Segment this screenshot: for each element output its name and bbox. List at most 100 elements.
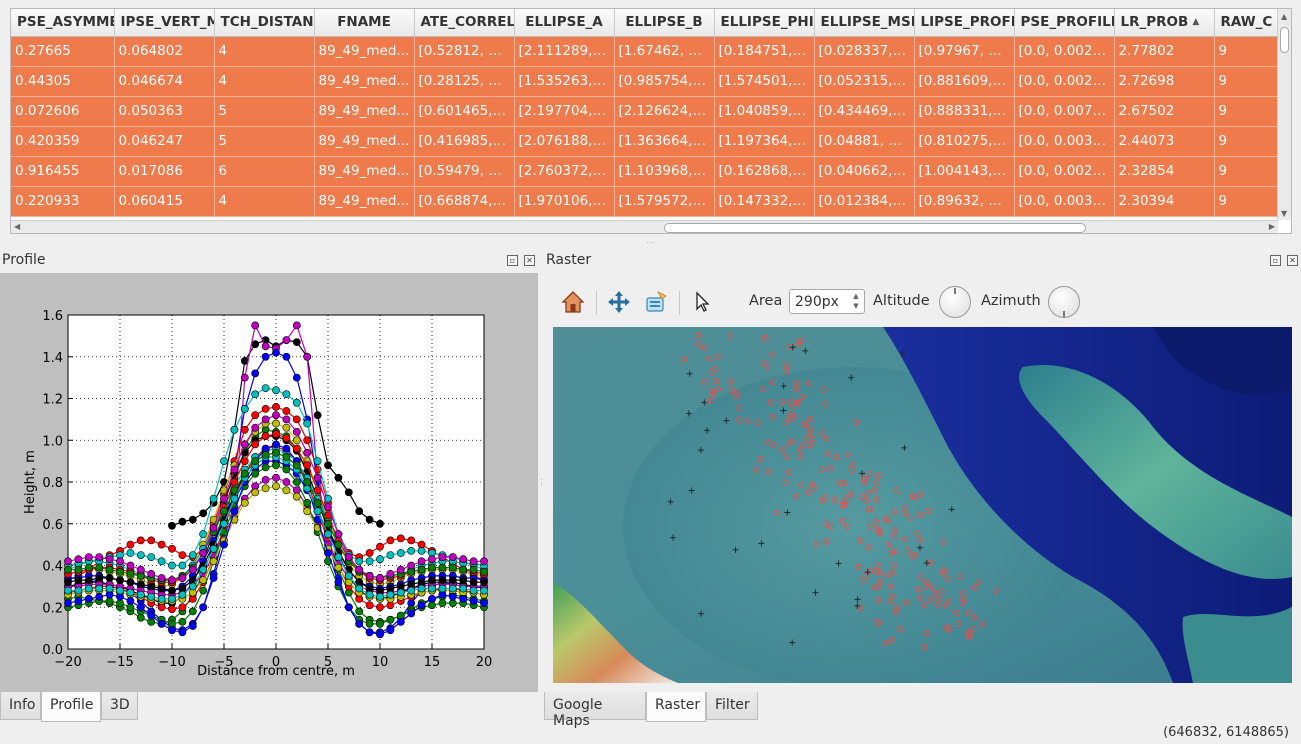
table-cell[interactable]: 0.046674 [114,66,215,97]
table-cell[interactable]: [1.535263, ... [514,66,615,97]
table-cell[interactable]: [0.434469, ... [814,96,915,127]
table-cell[interactable]: 6 [214,156,315,187]
table-cell[interactable]: [0.881609, ... [914,66,1015,97]
column-header[interactable]: ELLIPSE_PHI [714,9,815,37]
table-row[interactable]: 0.072606 0.050363 5 89_49_med... [0.601465, … [11,96,1279,127]
table-cell[interactable]: 0.916455 [11,156,115,187]
table-cell[interactable]: 2.72698 [1114,66,1215,97]
table-cell[interactable]: 0.064802 [114,36,215,67]
table-cell[interactable]: [1.363664, ... [614,126,715,157]
raster-close-icon[interactable]: ✕ [1287,255,1298,266]
table-cell[interactable]: [2.076188, ... [514,126,615,157]
table-cell[interactable]: 9 [1214,156,1279,187]
raster-map-view[interactable] [553,327,1292,683]
table-cell[interactable]: 0.072606 [11,96,115,127]
table-cell[interactable]: [0.147332, -... [714,186,815,217]
table-cell[interactable]: 4 [214,66,315,97]
area-spinner[interactable]: ▲ ▼ [849,291,863,312]
table-cell[interactable]: [0.668874, ... [414,186,515,217]
table-cell[interactable]: [0.0, 0.0034... [1014,126,1115,157]
table-cell[interactable]: 0.27665 [11,36,115,67]
column-header[interactable]: ELLIPSE_A [514,9,615,37]
table-cell[interactable]: 89_49_med... [314,186,415,217]
column-header[interactable]: ELLIPSE_MSE [814,9,915,37]
tab-google-maps[interactable]: Google Maps [544,692,646,729]
table-cell[interactable]: [0.184751, ... [714,36,815,67]
tab-info[interactable]: Info [0,692,41,720]
table-cell[interactable]: [0.416985, ... [414,126,515,157]
column-header[interactable]: PSE_ASYMME [11,9,115,37]
table-cell[interactable]: [0.028337, ... [814,36,915,67]
tab-raster[interactable]: Raster [646,692,706,722]
results-grid[interactable]: PSE_ASYMME IPSE_VERT_M TCH_DISTANC FNAME ATE… [11,9,1279,217]
table-cell[interactable]: [1.970106, ... [514,186,615,217]
table-cell[interactable]: 2.77802 [1114,36,1215,67]
tab-profile[interactable]: Profile [41,692,101,722]
scroll-right-icon[interactable]: ▶ [1269,222,1275,231]
table-cell[interactable]: [1.197364, ... [714,126,815,157]
column-header[interactable]: RAW_C [1214,9,1279,37]
column-header[interactable]: TCH_DISTANC [214,9,315,37]
table-row[interactable]: 0.27665 0.064802 4 89_49_med... [0.52812, 0.… [11,36,1279,67]
table-cell[interactable]: [2.197704, ... [514,96,615,127]
table-cell[interactable]: [0.040662, ... [814,156,915,187]
table-cell[interactable]: 9 [1214,96,1279,127]
table-cell[interactable]: 2.67502 [1114,96,1215,127]
table-cell[interactable]: 2.30394 [1114,186,1215,217]
horizontal-splitter-handle[interactable]: ⋯ [537,478,546,487]
table-cell[interactable]: 89_49_med... [314,126,415,157]
table-cell[interactable]: [1.579572, ... [614,186,715,217]
scroll-up-icon[interactable]: ▲ [1281,12,1287,21]
table-cell[interactable]: [0.052315, ... [814,66,915,97]
table-cell[interactable]: 0.060415 [114,186,215,217]
raster-float-icon[interactable]: ▫ [1270,255,1281,266]
table-cell[interactable]: [0.601465, ... [414,96,515,127]
home-button[interactable] [558,287,588,317]
hillshade-raster[interactable] [553,327,1292,683]
table-cell[interactable]: [0.985754, ... [614,66,715,97]
column-header[interactable]: ATE_CORREL [414,9,515,37]
table-cell[interactable]: [0.59479, 0.... [414,156,515,187]
altitude-dial[interactable] [939,286,971,318]
table-cell[interactable]: [2.126624, ... [614,96,715,127]
table-cell[interactable]: 89_49_med... [314,156,415,187]
table-cell[interactable]: 0.017086 [114,156,215,187]
column-header[interactable]: ELLIPSE_B [614,9,715,37]
tab-filter[interactable]: Filter [706,692,758,720]
table-cell[interactable]: [0.0, 0.0026... [1014,36,1115,67]
layers-button[interactable] [641,287,671,317]
column-header[interactable]: LIPSE_PROFI [914,9,1015,37]
table-cell[interactable]: 0.44305 [11,66,115,97]
table-cell[interactable]: 2.44073 [1114,126,1215,157]
azimuth-dial[interactable] [1048,286,1080,318]
table-cell[interactable]: 89_49_med... [314,66,415,97]
table-cell[interactable]: 5 [214,126,315,157]
horizontal-scroll-thumb[interactable] [664,223,1086,233]
table-row[interactable]: 0.916455 0.017086 6 89_49_med... [0.59479, 0… [11,156,1279,187]
table-cell[interactable]: 0.050363 [114,96,215,127]
column-header[interactable]: FNAME [314,9,415,37]
table-cell[interactable]: [1.040859, -... [714,96,815,127]
table-cell[interactable]: [0.0, 0.0038... [1014,186,1115,217]
tab-3d[interactable]: 3D [101,692,138,720]
table-cell[interactable]: [0.04881, 0.... [814,126,915,157]
table-cell[interactable]: 4 [214,36,315,67]
table-cell[interactable]: [0.52812, 0.... [414,36,515,67]
table-cell[interactable]: 0.220933 [11,186,115,217]
table-cell[interactable]: [0.810275, ... [914,126,1015,157]
table-cell[interactable]: [1.103968, ... [614,156,715,187]
table-cell[interactable]: 4 [214,186,315,217]
select-button[interactable] [687,287,717,317]
table-cell[interactable]: [0.0, 0.0024... [1014,66,1115,97]
table-cell[interactable]: [0.162868, ... [714,156,815,187]
column-header[interactable]: IPSE_VERT_M [114,9,215,37]
table-row[interactable]: 0.44305 0.046674 4 89_49_med... [0.28125, 0.… [11,66,1279,97]
column-header[interactable]: LR_PROB ▲ [1114,9,1215,37]
table-cell[interactable]: [0.012384, ... [814,186,915,217]
table-cell[interactable]: 5 [214,96,315,127]
pan-button[interactable] [604,287,634,317]
table-cell[interactable]: 2.32854 [1114,156,1215,187]
table-cell[interactable]: [1.67462, 2.... [614,36,715,67]
horizontal-scrollbar[interactable]: ◀ ▶ [11,220,1278,233]
table-cell[interactable]: [1.004143, ... [914,156,1015,187]
